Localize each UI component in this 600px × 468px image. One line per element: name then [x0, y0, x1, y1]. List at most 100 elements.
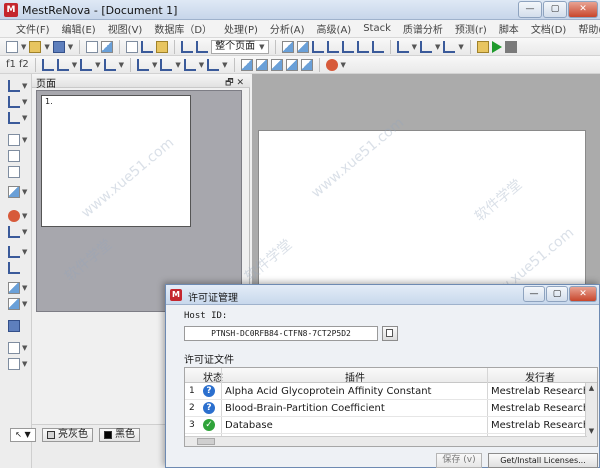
menu-database[interactable]: 数据库（D） — [148, 21, 218, 36]
host-id-field[interactable]: PTNSH-DC0RFB84-CTFN8-7CT2P5D2 — [184, 326, 378, 341]
stop-icon[interactable] — [504, 40, 517, 53]
multiplet-icon[interactable] — [341, 40, 354, 53]
eye-icon[interactable] — [8, 282, 20, 294]
dialog-minimize-button[interactable]: — — [523, 286, 545, 302]
table-row[interactable]: 3 ✓ Database Mestrelab Research S. — [185, 417, 597, 434]
menu-advanced[interactable]: 高级(A) — [311, 21, 358, 36]
dropdown-arrow-icon[interactable]: ▼ — [95, 61, 100, 69]
dropdown-arrow-icon[interactable]: ▼ — [22, 228, 27, 236]
new-document-icon[interactable] — [6, 40, 18, 53]
pages-list[interactable]: 1. — [36, 90, 242, 312]
dropdown-arrow-icon[interactable]: ▼ — [22, 98, 27, 106]
grid-icon[interactable] — [8, 320, 20, 332]
zoom-out-icon[interactable] — [296, 40, 309, 53]
panel-float-close-buttons[interactable]: 🗗 ✕ — [225, 75, 244, 91]
zoom-in-icon[interactable] — [281, 40, 294, 53]
header-issuer[interactable]: 发行者 — [525, 369, 555, 384]
report-icon[interactable] — [300, 58, 313, 71]
dropdown-arrow-icon[interactable]: ▼ — [175, 61, 180, 69]
phase-correction-icon[interactable] — [56, 58, 69, 71]
dropdown-arrow-icon[interactable]: ▼ — [22, 360, 27, 368]
menu-stack[interactable]: Stack — [357, 23, 397, 34]
solvent-suppression-icon[interactable] — [103, 58, 116, 71]
baseline-icon[interactable] — [356, 40, 369, 53]
cut-icon[interactable] — [141, 40, 154, 53]
dropdown-arrow-icon[interactable]: ▼ — [435, 43, 440, 51]
save-icon[interactable] — [52, 40, 65, 53]
dropdown-arrow-icon[interactable]: ▼ — [22, 284, 27, 292]
scroll-thumb[interactable] — [197, 438, 215, 445]
frame-icon[interactable] — [8, 358, 20, 370]
fourier-transform-icon[interactable] — [41, 58, 54, 71]
minimize-button[interactable]: — — [518, 1, 542, 18]
reference-icon[interactable] — [443, 40, 456, 53]
dialog-close-button[interactable]: ✕ — [569, 286, 597, 302]
dropdown-arrow-icon[interactable]: ▼ — [152, 61, 157, 69]
scroll-up-icon[interactable]: ▲ — [587, 384, 596, 393]
dropdown-arrow-icon[interactable]: ▼ — [119, 61, 124, 69]
dropdown-arrow-icon[interactable]: ▼ — [412, 43, 417, 51]
menu-processing[interactable]: 处理(P) — [218, 21, 264, 36]
table-row[interactable]: 2 ? Blood-Brain-Partition Coefficient Me… — [185, 400, 597, 417]
dropdown-arrow-icon[interactable]: ▼ — [22, 82, 27, 90]
dropdown-arrow-icon[interactable]: ▼ — [68, 43, 73, 51]
molecule-icon[interactable] — [255, 58, 268, 71]
paste-icon[interactable] — [156, 40, 169, 53]
header-plugin[interactable]: 插件 — [345, 369, 365, 384]
header-status[interactable]: 状态 — [203, 369, 223, 384]
copy-host-id-button[interactable] — [382, 326, 398, 341]
dropdown-arrow-icon[interactable]: ▼ — [222, 61, 227, 69]
dropdown-arrow-icon[interactable]: ▼ — [72, 61, 77, 69]
print-preview-icon[interactable] — [101, 40, 114, 53]
dropdown-arrow-icon[interactable]: ▼ — [22, 248, 27, 256]
spectrum-fit-icon[interactable] — [396, 40, 409, 53]
align-icon[interactable] — [8, 96, 20, 108]
distribute-icon[interactable] — [8, 226, 20, 238]
layout-icon[interactable] — [8, 298, 20, 310]
page-thumbnail[interactable]: 1. — [41, 95, 191, 227]
verify-icon[interactable] — [270, 58, 283, 71]
phase-icon[interactable] — [371, 40, 384, 53]
settings-icon[interactable] — [325, 58, 338, 71]
dialog-maximize-button[interactable]: ▢ — [546, 286, 568, 302]
assign-icon[interactable] — [285, 58, 298, 71]
dropdown-arrow-icon[interactable]: ▼ — [22, 114, 27, 122]
apodization-icon[interactable] — [419, 40, 432, 53]
menu-script[interactable]: 脚本 — [493, 21, 525, 36]
menu-help[interactable]: 帮助(H) — [572, 21, 600, 36]
multiplets-icon[interactable] — [183, 58, 196, 71]
table-row[interactable]: 1 ? Alpha Acid Glycoprotein Affinity Con… — [185, 383, 597, 400]
rotate-icon[interactable] — [8, 262, 20, 274]
f2-label[interactable]: f2 — [19, 59, 29, 70]
dropdown-arrow-icon[interactable]: ▼ — [22, 136, 27, 144]
peaks-icon[interactable] — [136, 58, 149, 71]
open-folder-icon[interactable] — [29, 40, 42, 53]
menu-file[interactable]: 文件(F) — [10, 21, 56, 36]
stack-icon[interactable] — [8, 112, 20, 124]
close-button[interactable]: ✕ — [568, 1, 598, 18]
horizontal-scrollbar[interactable] — [185, 436, 587, 446]
scroll-down-icon[interactable]: ▼ — [587, 427, 596, 436]
close-box-icon[interactable] — [8, 342, 20, 354]
save-button[interactable]: 保存 (v) — [436, 453, 482, 468]
menu-view[interactable]: 视图(V) — [102, 21, 149, 36]
j-coupling-icon[interactable] — [207, 58, 220, 71]
dropdown-arrow-icon[interactable]: ▼ — [199, 61, 204, 69]
table-icon[interactable] — [240, 58, 253, 71]
fill-color-button[interactable]: 亮灰色 — [42, 428, 93, 442]
run-icon[interactable] — [491, 40, 502, 53]
menu-analysis[interactable]: 分析(A) — [264, 21, 311, 36]
undo-icon[interactable] — [181, 40, 194, 53]
rectangle-icon[interactable] — [8, 150, 20, 162]
dropdown-arrow-icon[interactable]: ▼ — [21, 43, 26, 51]
redo-icon[interactable] — [196, 40, 209, 53]
dropdown-arrow-icon[interactable]: ▼ — [22, 212, 27, 220]
baseline-correction-icon[interactable] — [80, 58, 93, 71]
script-icon[interactable] — [476, 40, 489, 53]
pencil-icon[interactable] — [8, 134, 20, 146]
flip-icon[interactable] — [8, 246, 20, 258]
maximize-button[interactable]: ▢ — [543, 1, 567, 18]
menu-document[interactable]: 文档(D) — [525, 21, 573, 36]
peak-pick-icon[interactable] — [311, 40, 324, 53]
dropdown-arrow-icon[interactable]: ▼ — [22, 344, 27, 352]
